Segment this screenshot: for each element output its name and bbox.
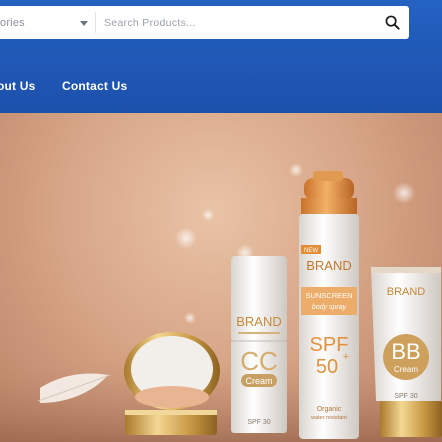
svg-text:SPF 30: SPF 30 bbox=[394, 393, 417, 400]
top-header: ories bbox=[0, 0, 442, 60]
svg-text:CC: CC bbox=[240, 346, 278, 376]
svg-text:SUNSCREEN: SUNSCREEN bbox=[305, 291, 352, 300]
nav-contact-us[interactable]: Contact Us bbox=[62, 79, 127, 93]
main-nav: out Us Contact Us bbox=[0, 60, 442, 113]
category-select-label: ories bbox=[0, 16, 25, 29]
svg-text:SPF 30: SPF 30 bbox=[247, 419, 270, 426]
svg-text:Organic: Organic bbox=[317, 406, 342, 413]
sunscreen-spray: NEW BRAND SUNSCREEN body spray SPF 50 + … bbox=[299, 171, 359, 439]
compact-powder bbox=[124, 332, 220, 435]
nav-about-us[interactable]: out Us bbox=[0, 79, 36, 93]
svg-text:water resistant: water resistant bbox=[310, 415, 347, 421]
cc-cream-bottle: BRAND CC Cream SPF 30 bbox=[231, 256, 287, 433]
svg-text:BRAND: BRAND bbox=[387, 286, 426, 298]
search-button[interactable] bbox=[375, 6, 409, 39]
chevron-down-icon bbox=[80, 21, 88, 26]
hero-image: BRAND CC Cream SPF 30 NEW BRAND SUNSCREE… bbox=[0, 163, 442, 442]
hero-banner: BRAND CC Cream SPF 30 NEW BRAND SUNSCREE… bbox=[0, 113, 442, 442]
svg-text:BRAND: BRAND bbox=[306, 258, 352, 273]
svg-text:+: + bbox=[343, 351, 349, 363]
svg-text:Cream: Cream bbox=[394, 365, 418, 374]
bb-cream-tube: BRAND BB Cream SPF 30 bbox=[371, 267, 442, 437]
svg-text:body spray: body spray bbox=[312, 304, 347, 311]
search-bar: ories bbox=[0, 6, 409, 39]
svg-text:BB: BB bbox=[391, 339, 420, 364]
search-input[interactable] bbox=[96, 6, 375, 39]
category-select[interactable]: ories bbox=[0, 6, 95, 39]
svg-text:BRAND: BRAND bbox=[236, 314, 282, 329]
svg-text:Cream: Cream bbox=[245, 376, 272, 386]
search-icon bbox=[385, 15, 400, 30]
svg-text:NEW: NEW bbox=[304, 248, 318, 254]
svg-text:50: 50 bbox=[316, 356, 338, 378]
